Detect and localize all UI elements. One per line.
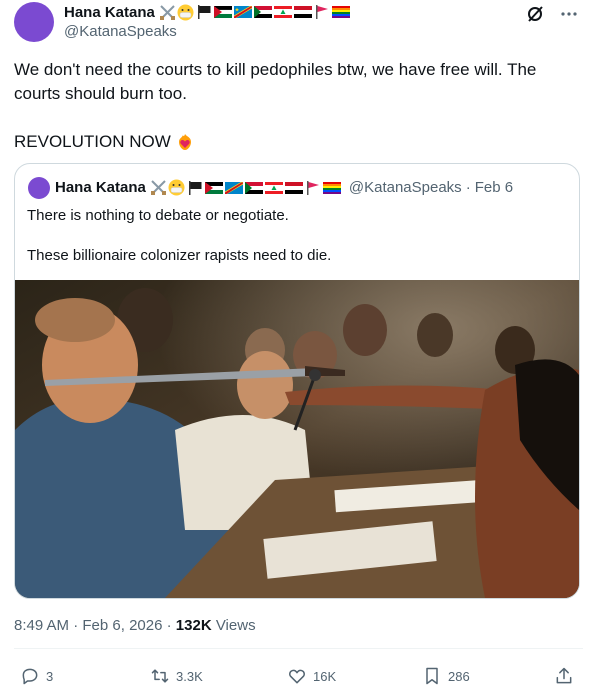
more-options-icon[interactable] (559, 4, 579, 24)
time-date-separator: · (73, 617, 79, 634)
quote-date[interactable]: Feb 6 (475, 179, 513, 196)
quote-author-avatar[interactable] (28, 177, 50, 199)
black-flag-icon (197, 5, 211, 19)
tweet-body: We don't need the courts to kill pedophi… (14, 58, 579, 178)
views-label: Views (215, 617, 256, 634)
divider (14, 648, 583, 649)
quote-handle[interactable]: @KatanaSpeaks (349, 179, 462, 196)
flag-yemen-icon (284, 181, 303, 194)
quote-body: There is nothing to debate or negotiate.… (27, 206, 567, 286)
crossed-swords-icon (159, 4, 175, 20)
flag-sudan-icon (253, 6, 272, 18)
bookmark-icon (426, 667, 438, 685)
face-with-mask-icon (168, 179, 185, 196)
repost-count: 3.3K (176, 668, 203, 684)
quote-separator: · (465, 179, 471, 196)
repost-icon (151, 669, 169, 683)
black-flag-icon (188, 180, 202, 195)
quote-photo[interactable] (15, 280, 579, 598)
tweet-paragraph-1: We don't need the courts to kill pedophi… (14, 60, 537, 103)
crossed-swords-icon (150, 180, 166, 195)
author-emoji-strip (159, 4, 350, 21)
tweet-paragraph-2-text: REVOLUTION NOW (14, 132, 171, 151)
bookmark-button[interactable]: 286 (422, 666, 470, 686)
author-name-row: Hana Katana (64, 3, 350, 21)
red-flag-icon (315, 5, 328, 19)
flag-sudan-icon (244, 181, 263, 194)
tweet-date[interactable]: Feb 6, 2026 (82, 617, 162, 634)
rainbow-flag-icon (322, 181, 341, 194)
repost-button[interactable]: 3.3K (150, 666, 203, 686)
red-flag-icon (306, 180, 319, 195)
quoted-tweet[interactable]: Hana Katana @KatanaSpeaks · Feb 6 There … (14, 163, 580, 599)
bookmark-count: 286 (448, 668, 470, 684)
tweet-paragraph-2: REVOLUTION NOW (14, 130, 579, 154)
share-icon (556, 667, 572, 684)
heart-on-fire-icon (178, 134, 191, 150)
like-button[interactable]: 16K (287, 666, 336, 686)
flag-dr-congo-icon (233, 6, 252, 18)
author-avatar[interactable] (14, 2, 54, 42)
grok-icon[interactable] (525, 4, 545, 24)
date-views-separator: · (166, 617, 172, 634)
reply-count: 3 (46, 668, 54, 684)
rainbow-flag-icon (331, 6, 350, 18)
flag-dr-congo-icon (224, 181, 243, 194)
reply-button[interactable]: 3 (20, 666, 53, 686)
quote-text-1: There is nothing to debate or negotiate. (27, 207, 289, 224)
flag-palestine-icon (204, 181, 223, 194)
share-button[interactable] (554, 666, 574, 686)
tweet-action-bar: 3 3.3K 16K 286 (0, 666, 597, 689)
flag-lebanon-icon (264, 181, 283, 194)
tweet-timestamp: 8:49 AM · Feb 6, 2026 · 132K Views (14, 617, 256, 634)
quote-header: Hana Katana @KatanaSpeaks · Feb 6 (55, 179, 513, 196)
author-name[interactable]: Hana Katana (64, 4, 155, 21)
face-with-mask-icon (177, 4, 194, 20)
tweet-time[interactable]: 8:49 AM (14, 617, 69, 634)
flag-palestine-icon (213, 6, 232, 18)
quote-author-name[interactable]: Hana Katana (55, 179, 146, 196)
flag-lebanon-icon (273, 6, 292, 18)
tweet-top-actions (525, 4, 579, 24)
flag-yemen-icon (293, 6, 312, 18)
heart-icon (289, 669, 305, 684)
quote-emoji-strip (150, 179, 345, 196)
like-count: 16K (313, 668, 337, 684)
reply-icon (22, 668, 38, 685)
quote-text-2: These billionaire colonizer rapists need… (27, 247, 332, 264)
author-handle[interactable]: @KatanaSpeaks (64, 23, 177, 40)
views-count: 132K (175, 617, 212, 634)
